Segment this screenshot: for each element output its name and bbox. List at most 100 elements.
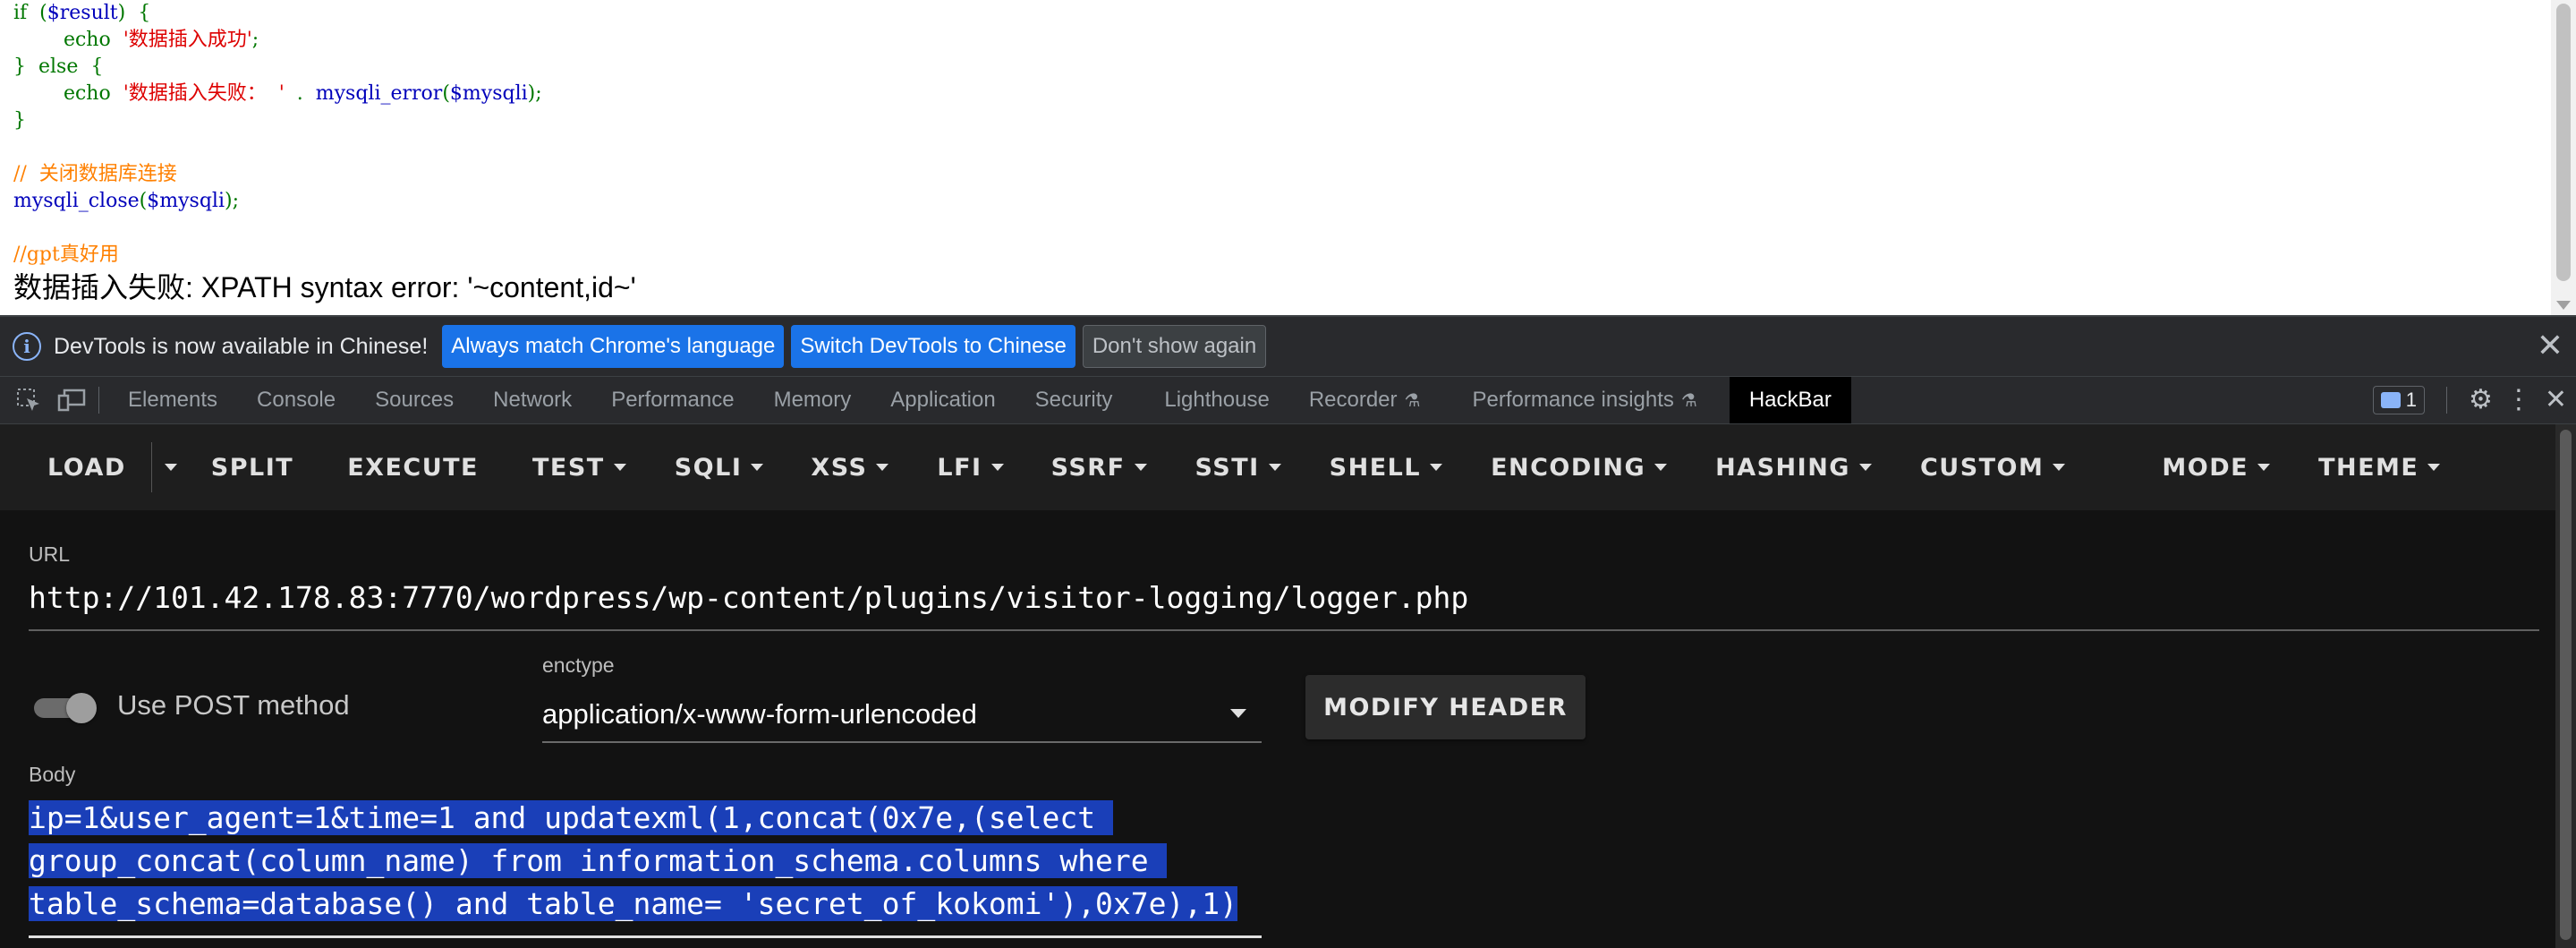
- always-match-language-button[interactable]: Always match Chrome's language: [442, 325, 785, 368]
- tab-label: Performance: [611, 388, 735, 412]
- code-token: (: [139, 190, 148, 212]
- enctype-label: enctype: [542, 653, 615, 677]
- switch-to-chinese-button[interactable]: Switch DevTools to Chinese: [791, 325, 1075, 368]
- lfi-menu[interactable]: LFI: [937, 453, 1004, 482]
- toggle-knob: [66, 693, 97, 723]
- modify-header-button[interactable]: MODIFY HEADER: [1305, 675, 1586, 739]
- tab-memory[interactable]: Memory: [754, 377, 871, 423]
- message-icon: [2380, 392, 2401, 408]
- custom-label: CUSTOM: [1919, 453, 2045, 482]
- tab-hackbar[interactable]: HackBar: [1729, 377, 1851, 423]
- body-text: group_concat(column_name) from informati…: [29, 843, 1167, 878]
- page-content: if ($result) { echo '数据插入成功'; } else { ec…: [0, 0, 2576, 315]
- tab-label: Memory: [773, 388, 852, 412]
- load-button[interactable]: LOAD: [18, 454, 126, 482]
- body-underline: [29, 935, 1262, 938]
- mode-menu[interactable]: MODE: [2162, 453, 2271, 482]
- body-line: group_concat(column_name) from informati…: [29, 840, 1263, 883]
- code-token: mysqli_error: [315, 82, 443, 105]
- tab-network[interactable]: Network: [473, 377, 591, 423]
- split-button[interactable]: SPLIT: [211, 454, 293, 482]
- tab-performance-insights[interactable]: Performance insights ⚗: [1452, 377, 1716, 423]
- code-token: );: [527, 82, 542, 105]
- enctype-select[interactable]: application/x-www-form-urlencoded: [542, 698, 977, 730]
- post-method-label: Use POST method: [117, 689, 350, 721]
- caret-down-icon: [2053, 464, 2066, 471]
- tab-security[interactable]: Security: [1016, 377, 1133, 423]
- tab-application[interactable]: Application: [871, 377, 1015, 423]
- close-icon[interactable]: ✕: [2537, 329, 2563, 362]
- page-scrollbar-thumb[interactable]: [2556, 4, 2571, 281]
- devtools-right-tools: 1 ⚙ ⋮ ✕: [2372, 377, 2567, 423]
- lfi-label: LFI: [937, 453, 982, 482]
- close-devtools-icon[interactable]: ✕: [2545, 387, 2567, 414]
- ssti-menu[interactable]: SSTI: [1195, 454, 1281, 482]
- sqli-menu[interactable]: SQLI: [675, 454, 764, 482]
- mode-label: MODE: [2162, 453, 2249, 482]
- xss-menu[interactable]: XSS: [811, 454, 889, 482]
- hackbar-toolbar: LOAD SPLIT EXECUTE TEST SQLI XSS LFI SSR…: [0, 424, 2555, 510]
- tab-elements[interactable]: Elements: [108, 377, 237, 423]
- code-token: //gpt真好用: [13, 243, 119, 266]
- caret-down-icon: [1654, 464, 1668, 471]
- issues-count: 1: [2405, 389, 2417, 411]
- code-line: } else {: [13, 54, 542, 81]
- test-menu[interactable]: TEST: [532, 454, 626, 482]
- caret-down-icon: [1268, 464, 1281, 471]
- caret-down-icon: [164, 464, 177, 471]
- hackbar-scrollbar-thumb[interactable]: [2560, 430, 2572, 940]
- devtools-tabstrip: Elements Console Sources Network Performance…: [0, 376, 2576, 424]
- body-line: ip=1&user_agent=1&time=1 and updatexml(1…: [29, 797, 1263, 840]
- code-token: ;: [251, 29, 259, 51]
- tab-console[interactable]: Console: [237, 377, 355, 423]
- code-token: $mysqli: [147, 190, 225, 212]
- toolbar-divider: [98, 387, 99, 414]
- code-token: '数据插入失败： ': [123, 82, 285, 105]
- post-method-toggle[interactable]: [30, 686, 98, 729]
- theme-label: THEME: [2318, 453, 2419, 482]
- tab-recorder[interactable]: Recorder ⚗: [1289, 377, 1441, 423]
- ssrf-label: SSRF: [1050, 453, 1126, 482]
- body-textarea[interactable]: ip=1&user_agent=1&time=1 and updatexml(1…: [29, 797, 1263, 926]
- scroll-down-arrow-icon[interactable]: [2556, 301, 2571, 310]
- code-token: echo: [13, 29, 123, 51]
- inspect-element-icon[interactable]: [11, 382, 47, 418]
- code-token: }: [13, 109, 26, 132]
- tab-lighthouse[interactable]: Lighthouse: [1144, 377, 1288, 423]
- code-line: }: [13, 107, 542, 134]
- experimental-flask-icon: ⚗: [1404, 390, 1421, 411]
- url-input[interactable]: http://101.42.178.83:7770/wordpress/wp-c…: [29, 580, 1468, 615]
- issues-counter[interactable]: 1: [2372, 386, 2425, 414]
- url-underline: [29, 629, 2539, 631]
- caret-down-icon: [751, 464, 764, 471]
- hashing-label: HASHING: [1715, 453, 1850, 482]
- code-token: echo: [13, 82, 123, 105]
- code-token: (: [442, 82, 450, 105]
- execute-button[interactable]: EXECUTE: [347, 454, 479, 482]
- ssrf-menu[interactable]: SSRF: [1051, 454, 1147, 482]
- hackbar-scrollbar[interactable]: [2555, 424, 2576, 948]
- gear-icon[interactable]: ⚙: [2469, 387, 2493, 414]
- page-scrollbar[interactable]: [2551, 0, 2576, 315]
- more-options-icon[interactable]: ⋮: [2505, 387, 2532, 414]
- tab-label: Recorder: [1308, 388, 1398, 412]
- tab-performance[interactable]: Performance: [591, 377, 753, 423]
- dont-show-again-button[interactable]: Don't show again: [1082, 325, 1267, 368]
- page-output-text: 数据插入失败: XPATH syntax error: '~content,id…: [13, 271, 636, 303]
- code-line: if ($result) {: [13, 0, 542, 27]
- encoding-menu[interactable]: ENCODING: [1491, 454, 1668, 482]
- code-token: .: [284, 82, 316, 105]
- caret-down-icon: [613, 464, 626, 471]
- custom-menu[interactable]: CUSTOM: [1919, 453, 2066, 482]
- shell-menu[interactable]: SHELL: [1330, 454, 1443, 482]
- theme-menu[interactable]: THEME: [2318, 453, 2441, 482]
- chevron-down-icon[interactable]: [1230, 709, 1246, 718]
- tab-sources[interactable]: Sources: [355, 377, 473, 423]
- tab-label: Sources: [375, 388, 455, 412]
- hashing-menu[interactable]: HASHING: [1715, 454, 1872, 482]
- code-token: '数据插入成功': [123, 29, 252, 51]
- device-toolbar-icon[interactable]: [54, 382, 89, 418]
- tab-label: Performance insights: [1472, 388, 1674, 412]
- load-dropdown-button[interactable]: [164, 464, 177, 471]
